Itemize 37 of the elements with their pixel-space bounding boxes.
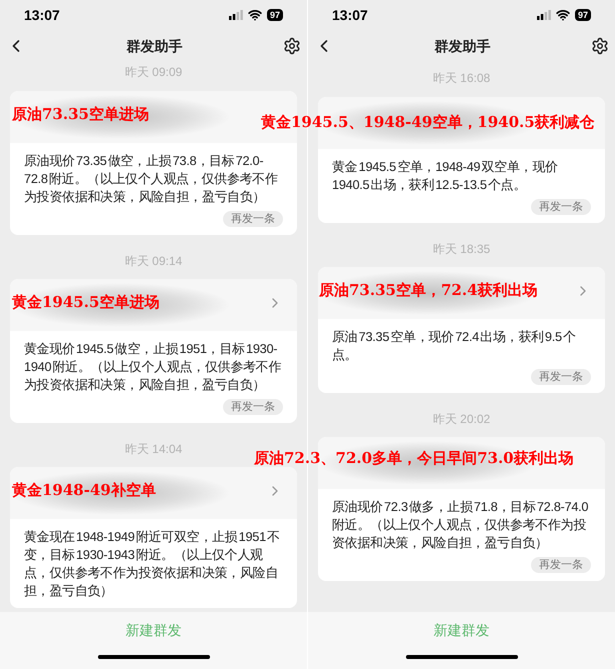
nav-title: 群发助手 [126,36,182,56]
nav-title: 群发助手 [434,36,490,56]
message-body: 原油现价 73.35 做空，止损 73.8，目标 72.0-72.8 附近。（以上仅个人观点，仅供参考不作为投资依据和决策，风险自担，盈亏自负） [24,152,279,206]
status-time: 13:07 [332,6,368,24]
battery-level: 97 [574,9,591,21]
resend-button[interactable]: 再发一条 [223,211,283,227]
annotation-text: 黄金1945.5、1948-49空单，1940.5获利减仓 [261,112,595,133]
message-time: 昨天 14:04 [124,441,182,458]
wifi-icon [556,8,570,22]
signal-icon [228,10,243,20]
annotation-text: 黄金1948-49补空单 [12,480,156,501]
signal-icon [536,10,551,20]
message-time: 昨天 20:02 [432,411,490,428]
message-body: 黄金现价 1945.5 做空，止损 1951，目标 1930-1940 附近。（以上仅个人观点，仅供参考不作为投资依据和决策，风险自担，盈亏自负） [24,340,282,394]
wifi-icon [248,8,262,22]
resend-button[interactable]: 再发一条 [531,369,591,385]
message-body: 原油 73.35 空单，现价 72.4 出场，获利 9.5 个点。 [332,328,577,364]
annotation-text: 原油73.35空单，72.4获利出场 [319,280,538,301]
message-body: 黄金现在 1948-1949 附近可双空，止损 1951 不变，目标 1930-1943 附近。（以上仅个人观点，仅供参考不作为投资依据和决策，风险自担，盈亏自负） [24,528,281,600]
new-broadcast-button[interactable]: 新建群发 [126,620,182,641]
status-time: 13:07 [24,6,60,24]
settings-icon[interactable] [591,37,609,55]
settings-icon[interactable] [283,37,301,55]
resend-button[interactable]: 再发一条 [531,199,591,215]
resend-button[interactable]: 再发一条 [223,399,283,415]
battery-level: 97 [266,9,283,21]
message-body: 黄金 1945.5 空单，1948-49 双空单，现价 1940.5 出场，获利 12.5-13.5 个点。 [332,158,559,194]
annotation-text: 黄金1945.5空单进场 [12,292,160,313]
resend-button[interactable]: 再发一条 [531,557,591,573]
annotation-text: 原油72.3、72.0多单，今日早间73.0获利出场 [254,448,574,469]
message-time: 昨天 16:08 [432,70,490,87]
message-body: 原油现价 72.3 做多，止损 71.8，目标 72.8-74.0 附近。（以上仅个人观点，仅供参考不作为投资依据和决策，风险自担，盈亏自负） [332,498,590,552]
message-time: 昨天 09:14 [124,253,182,270]
new-broadcast-button[interactable]: 新建群发 [434,620,490,641]
annotation-text: 原油73.35空单进场 [12,104,149,125]
message-time: 昨天 18:35 [432,241,490,258]
message-time: 昨天 09:09 [124,64,182,81]
